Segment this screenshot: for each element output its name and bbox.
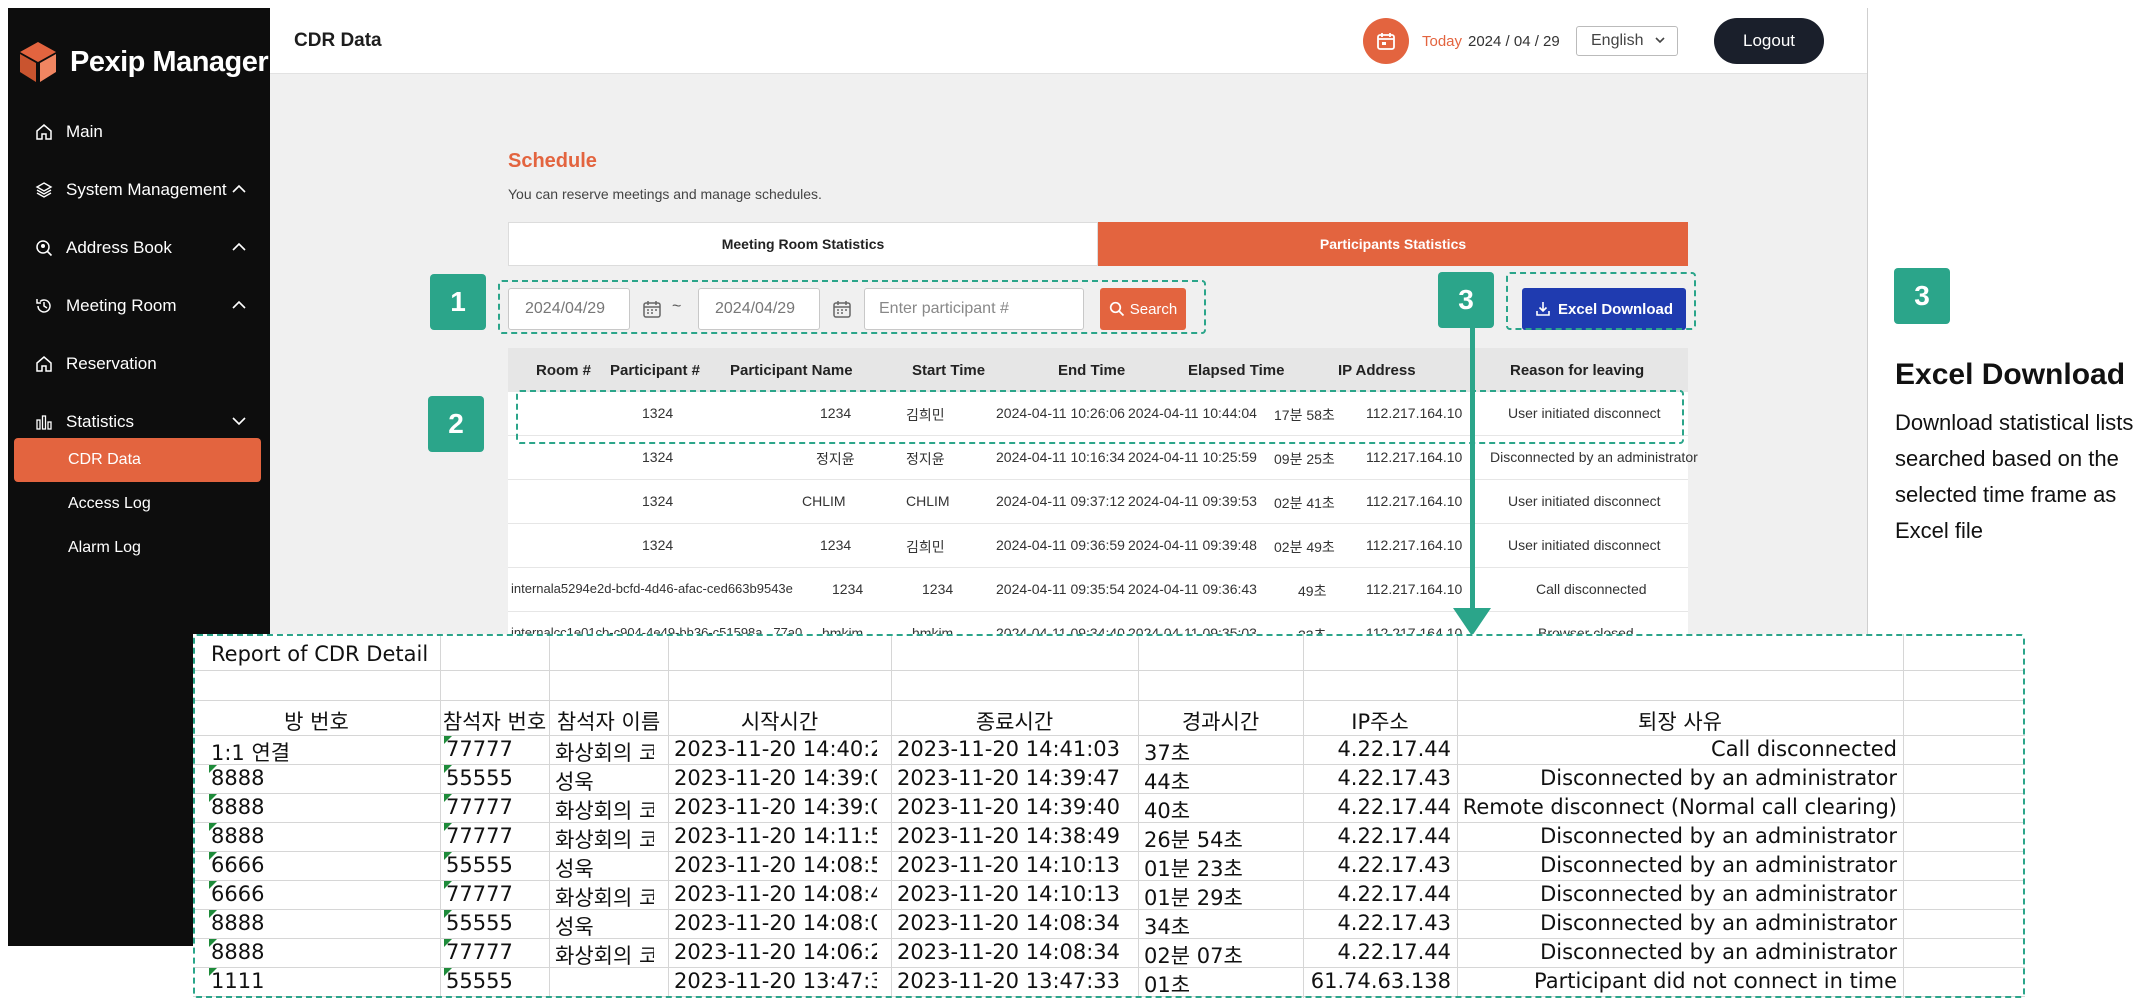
section-title: Schedule xyxy=(508,150,597,172)
callout-title: Excel Download xyxy=(1895,358,2126,391)
sidebar-item-address-book[interactable]: Address Book xyxy=(8,222,270,274)
tab-participants-statistics[interactable]: Participants Statistics xyxy=(1098,222,1688,266)
column-header[interactable]: End Time xyxy=(1058,362,1125,379)
column-header[interactable]: Room # xyxy=(536,362,591,379)
step-badge: 1 xyxy=(430,274,486,330)
today-label: Today xyxy=(1422,33,1463,50)
column-header[interactable]: Reason for leaving xyxy=(1510,362,1644,379)
table-row[interactable]: 1324 1234 김희민 2024-04-11 09:36:59 2024-0… xyxy=(508,524,1688,568)
sidebar-item-label: System Management xyxy=(66,180,227,199)
chevron-down-icon[interactable] xyxy=(230,412,248,430)
arrow-shaft xyxy=(1470,316,1475,616)
column-header[interactable]: Participant Name xyxy=(730,362,853,379)
home-icon xyxy=(34,122,54,142)
cell-reason: Disconnected by an administrator xyxy=(1490,449,1698,465)
language-select[interactable]: English xyxy=(1576,26,1678,56)
tab-meeting-room-statistics[interactable]: Meeting Room Statistics xyxy=(508,222,1098,266)
table-header: Room # Participant # Participant Name St… xyxy=(508,348,1688,392)
cell-end-time: 2024-04-11 10:25:59 xyxy=(1128,449,1257,465)
cell-participant-number: CHLIM xyxy=(802,493,846,509)
table-row[interactable]: 1324 CHLIM CHLIM 2024-04-11 09:37:12 202… xyxy=(508,480,1688,524)
home-icon xyxy=(34,354,54,374)
filter-highlight-box xyxy=(498,280,1206,334)
chevron-up-icon[interactable] xyxy=(230,180,248,198)
chevron-up-icon[interactable] xyxy=(230,238,248,256)
cell-elapsed: 09분 25초 xyxy=(1274,451,1335,467)
cell-reason: Call disconnected xyxy=(1536,581,1647,597)
step-badge: 3 xyxy=(1894,268,1950,324)
sidebar-item-system-management[interactable]: System Management xyxy=(8,164,270,216)
cell-elapsed: 02분 49초 xyxy=(1274,539,1335,555)
cell-participant-number: 정지윤 xyxy=(816,451,855,467)
logo[interactable]: Pexip Manager xyxy=(16,32,269,92)
cell-room-number: 1324 xyxy=(642,449,674,465)
page-title: CDR Data xyxy=(294,30,382,51)
sidebar-item-reservation[interactable]: Reservation xyxy=(8,338,270,390)
row-highlight-box xyxy=(516,390,1684,444)
history-icon xyxy=(34,296,54,316)
sidebar-item-label: Main xyxy=(66,122,103,141)
calendar-icon[interactable] xyxy=(1363,18,1409,64)
chevron-up-icon[interactable] xyxy=(230,296,248,314)
cell-room-number: 1324 xyxy=(642,537,674,553)
excel-highlight-box xyxy=(193,634,2025,998)
column-header[interactable]: Participant # xyxy=(610,362,700,379)
cell-room: internala5294e2d-bcfd-4d46-afac-ced663b9… xyxy=(511,581,793,596)
cell-ip: 112.217.164.10 xyxy=(1366,537,1463,553)
callout-description: Download statistical lists searched base… xyxy=(1895,410,2134,543)
section-subtitle: You can reserve meetings and manage sche… xyxy=(508,186,822,202)
cell-elapsed: 49초 xyxy=(1298,583,1327,599)
cell-ip: 112.217.164.10 xyxy=(1366,449,1463,465)
cell-start-time: 2024-04-11 09:36:59 xyxy=(996,537,1125,553)
language-value: English xyxy=(1591,32,1644,49)
sidebar-subitem-access-log[interactable]: Access Log xyxy=(14,482,261,526)
step-badge: 2 xyxy=(428,396,484,452)
sidebar-subitem-cdr-data[interactable]: CDR Data xyxy=(14,438,261,482)
app-name: Pexip Manager xyxy=(70,45,269,78)
cell-participant-name: 김희민 xyxy=(906,539,945,555)
pexip-logo-icon xyxy=(16,40,60,84)
cell-participant-name: 정지윤 xyxy=(906,451,945,467)
logout-button[interactable]: Logout xyxy=(1714,18,1824,64)
sidebar-subitem-label: Alarm Log xyxy=(68,539,141,556)
header: CDR Data Today 2024 / 04 / 29 English Lo… xyxy=(270,8,1868,74)
column-header[interactable]: IP Address xyxy=(1338,362,1416,379)
sidebar-item-main[interactable]: Main xyxy=(8,106,270,158)
sidebar-item-label: Meeting Room xyxy=(66,296,177,315)
cell-reason: User initiated disconnect xyxy=(1508,537,1661,553)
cell-start-time: 2024-04-11 09:37:12 xyxy=(996,493,1125,509)
cell-end-time: 2024-04-11 09:39:53 xyxy=(1128,493,1257,509)
sidebar-subitem-label: CDR Data xyxy=(68,451,141,468)
search-person-icon xyxy=(34,238,54,258)
sidebar-item-meeting-room[interactable]: Meeting Room xyxy=(8,280,270,332)
arrow-down-icon xyxy=(1453,608,1491,636)
cell-elapsed: 02분 41초 xyxy=(1274,495,1335,511)
sidebar-item-label: Reservation xyxy=(66,354,157,373)
chevron-down-icon xyxy=(1653,33,1667,52)
cell-ip: 112.217.164.10 xyxy=(1366,581,1463,597)
cell-ip: 112.217.164.10 xyxy=(1366,493,1463,509)
sidebar-item-label: Statistics xyxy=(66,412,135,431)
column-header[interactable]: Start Time xyxy=(912,362,985,379)
cell-end-time: 2024-04-11 09:39:48 xyxy=(1128,537,1257,553)
column-header[interactable]: Elapsed Time xyxy=(1188,362,1284,379)
bar-chart-icon xyxy=(34,412,54,432)
excel-highlight-box xyxy=(1506,272,1696,330)
cell-participant-name: CHLIM xyxy=(906,493,950,509)
cell-participant-name: 1234 xyxy=(922,581,954,597)
step-badge: 3 xyxy=(1438,272,1494,328)
cell-end-time: 2024-04-11 09:36:43 xyxy=(1128,581,1257,597)
cell-room-number: 1324 xyxy=(642,493,674,509)
sidebar-item-label: Address Book xyxy=(66,238,172,257)
sidebar-subitem-alarm-log[interactable]: Alarm Log xyxy=(14,526,261,570)
cell-reason: User initiated disconnect xyxy=(1508,493,1661,509)
layers-icon xyxy=(34,180,54,200)
table-row[interactable]: internala5294e2d-bcfd-4d46-afac-ced663b9… xyxy=(508,568,1688,612)
today-date: 2024 / 04 / 29 xyxy=(1468,33,1560,50)
cell-start-time: 2024-04-11 09:35:54 xyxy=(996,581,1125,597)
cell-participant-number: 1234 xyxy=(820,537,852,553)
sidebar-subitem-label: Access Log xyxy=(68,495,151,512)
cell-participant-number: 1234 xyxy=(832,581,864,597)
cell-start-time: 2024-04-11 10:16:34 xyxy=(996,449,1125,465)
